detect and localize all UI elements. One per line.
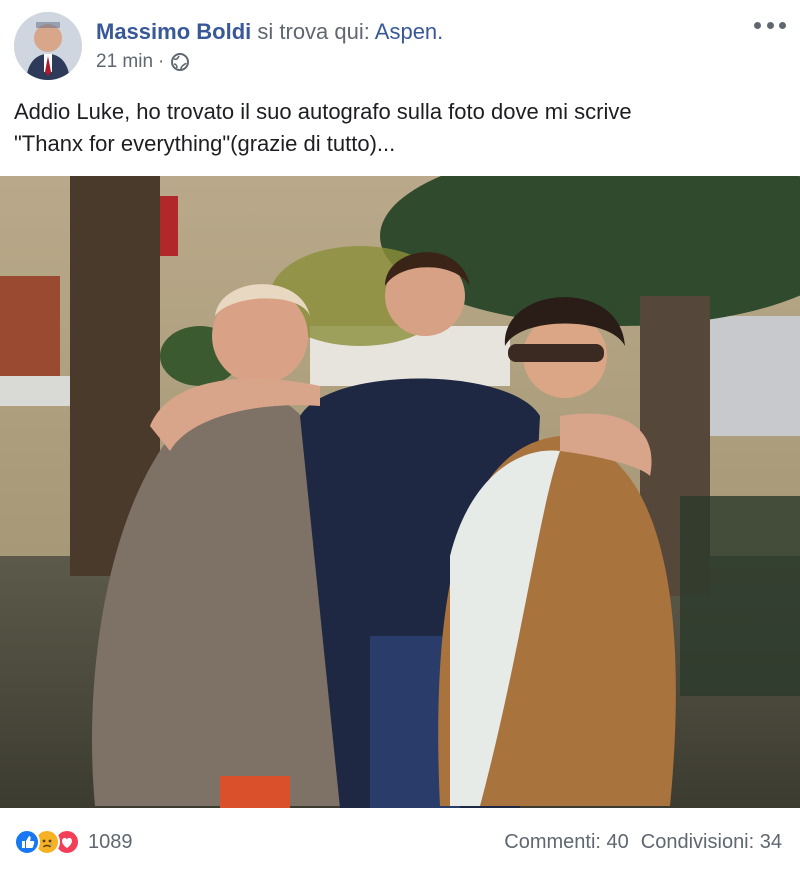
post-photo[interactable] — [0, 176, 800, 808]
globe-icon[interactable] — [170, 52, 190, 72]
post-text: Addio Luke, ho trovato il suo autografo … — [14, 99, 632, 156]
author-avatar[interactable] — [14, 12, 82, 80]
dot-icon — [779, 21, 786, 29]
avatar-image — [14, 12, 82, 80]
dot-icon — [754, 21, 761, 29]
meta-separator: · — [158, 51, 165, 72]
post-header: Massimo Boldi si trova qui: Aspen. 21 mi… — [0, 0, 800, 90]
like-icon — [14, 829, 40, 855]
engagement-stats: Commenti: 40 Condivisioni: 34 — [504, 828, 782, 856]
location-link[interactable]: Aspen. — [375, 19, 444, 44]
location-prefix: si trova qui: — [257, 19, 370, 44]
reactions-summary[interactable]: 1089 — [14, 828, 133, 856]
author-name[interactable]: Massimo Boldi — [96, 19, 251, 44]
shares-count[interactable]: Condivisioni: 34 — [641, 828, 782, 856]
post-meta: 21 min · — [96, 50, 190, 74]
facebook-post: Massimo Boldi si trova qui: Aspen. 21 mi… — [0, 0, 800, 875]
dot-icon — [766, 21, 774, 29]
author-line: Massimo Boldi si trova qui: Aspen. — [96, 18, 443, 46]
photo-image — [0, 176, 800, 808]
post-footer: 1089 Commenti: 40 Condivisioni: 34 — [0, 808, 800, 875]
timestamp[interactable]: 21 min — [96, 50, 153, 74]
comments-count[interactable]: Commenti: 40 — [504, 828, 629, 856]
reaction-count[interactable]: 1089 — [88, 831, 133, 854]
more-options-icon[interactable] — [754, 14, 786, 36]
